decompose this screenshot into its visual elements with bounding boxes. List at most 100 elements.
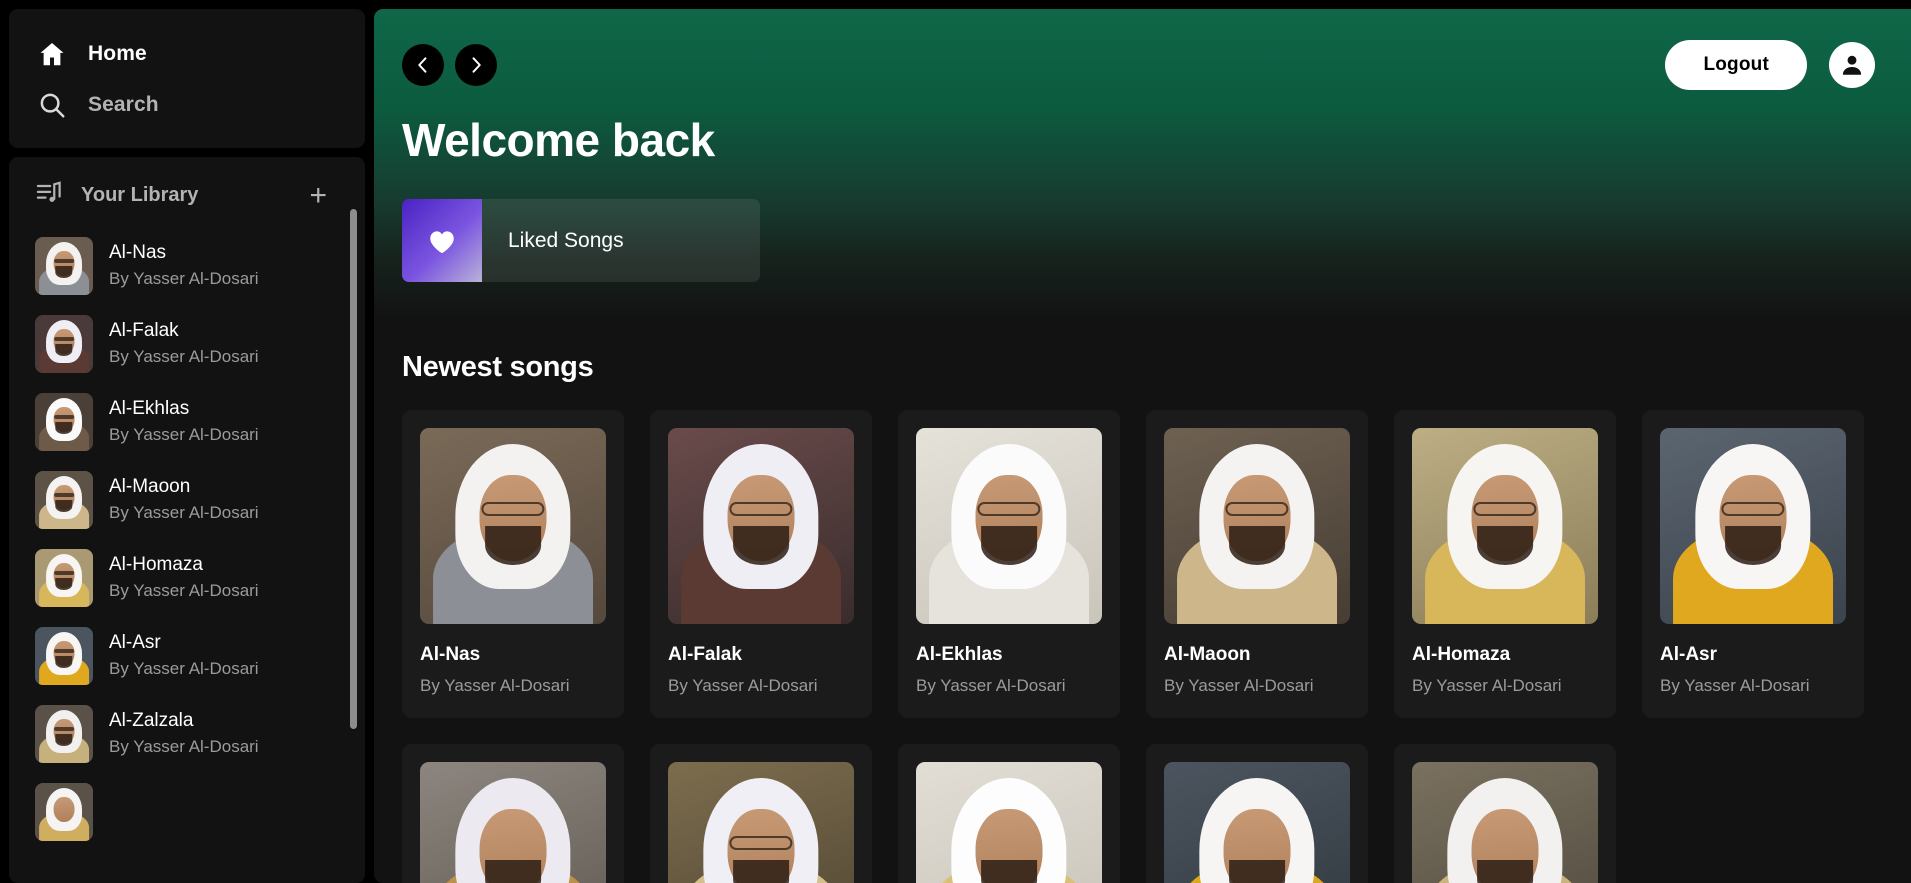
track-meta: Al-Falak By Yasser Al-Dosari bbox=[109, 318, 259, 369]
library-icon bbox=[35, 179, 63, 212]
album-art bbox=[916, 428, 1102, 624]
song-card[interactable]: Al-Falak By Yasser Al-Dosari bbox=[650, 410, 872, 718]
sidebar-item-search-label: Search bbox=[88, 93, 159, 117]
sidebar-item-home[interactable]: Home bbox=[9, 28, 365, 79]
track-thumbnail bbox=[35, 315, 93, 373]
track-artist: By Yasser Al-Dosari bbox=[109, 734, 259, 760]
song-title: Al-Falak bbox=[668, 644, 854, 666]
track-thumbnail bbox=[35, 393, 93, 451]
liked-songs-label: Liked Songs bbox=[482, 229, 624, 253]
track-thumbnail bbox=[35, 549, 93, 607]
songs-grid: Al-Nas By Yasser Al-Dosari Al-Falak By Y… bbox=[402, 384, 1911, 883]
list-item[interactable]: Al-Nas By Yasser Al-Dosari bbox=[9, 227, 365, 305]
back-button[interactable] bbox=[402, 44, 444, 86]
song-card[interactable]: Al-Ekhlas By Yasser Al-Dosari bbox=[898, 410, 1120, 718]
forward-button[interactable] bbox=[455, 44, 497, 86]
album-art bbox=[420, 762, 606, 883]
track-meta: Al-Asr By Yasser Al-Dosari bbox=[109, 630, 259, 681]
list-item[interactable]: Al-Asr By Yasser Al-Dosari bbox=[9, 617, 365, 695]
top-bar: Logout bbox=[374, 9, 1911, 95]
home-icon bbox=[35, 37, 68, 70]
song-artist: By Yasser Al-Dosari bbox=[1164, 676, 1350, 696]
library-list: Al-Nas By Yasser Al-Dosari Al-Falak By Y… bbox=[9, 222, 365, 851]
album-art bbox=[1660, 428, 1846, 624]
list-item[interactable]: Al-Ekhlas By Yasser Al-Dosari bbox=[9, 383, 365, 461]
track-title: Al-Ekhlas bbox=[109, 396, 259, 422]
logout-button[interactable]: Logout bbox=[1665, 40, 1807, 90]
page-title: Welcome back bbox=[374, 95, 1911, 167]
song-artist: By Yasser Al-Dosari bbox=[668, 676, 854, 696]
album-art bbox=[420, 428, 606, 624]
song-title: Al-Maoon bbox=[1164, 644, 1350, 666]
track-title: Al-Maoon bbox=[109, 474, 259, 500]
main-scroll-area: Logout Welcome back Liked Songs Newest s… bbox=[374, 9, 1911, 883]
album-art bbox=[668, 428, 854, 624]
song-card[interactable] bbox=[402, 744, 624, 883]
song-artist: By Yasser Al-Dosari bbox=[1660, 676, 1846, 696]
search-icon bbox=[35, 88, 68, 121]
list-item[interactable]: Al-Falak By Yasser Al-Dosari bbox=[9, 305, 365, 383]
track-thumbnail bbox=[35, 237, 93, 295]
song-card[interactable]: Al-Nas By Yasser Al-Dosari bbox=[402, 410, 624, 718]
library-panel: Your Library + Al-Nas By Yasser Al-Dosar… bbox=[9, 157, 365, 883]
hero-banner: Logout Welcome back Liked Songs bbox=[374, 9, 1911, 319]
album-art bbox=[916, 762, 1102, 883]
track-thumbnail bbox=[35, 705, 93, 763]
track-artist: By Yasser Al-Dosari bbox=[109, 422, 259, 448]
section-title: Newest songs bbox=[402, 351, 1911, 384]
track-title: Al-Nas bbox=[109, 240, 259, 266]
sidebar: Home Search Your Library + bbox=[9, 9, 365, 883]
list-item[interactable]: Al-Maoon By Yasser Al-Dosari bbox=[9, 461, 365, 539]
song-artist: By Yasser Al-Dosari bbox=[1412, 676, 1598, 696]
track-thumbnail bbox=[35, 783, 93, 841]
song-card[interactable] bbox=[650, 744, 872, 883]
album-art bbox=[1412, 762, 1598, 883]
song-title: Al-Asr bbox=[1660, 644, 1846, 666]
history-nav bbox=[402, 44, 497, 86]
song-artist: By Yasser Al-Dosari bbox=[916, 676, 1102, 696]
track-artist: By Yasser Al-Dosari bbox=[109, 500, 259, 526]
add-playlist-icon[interactable]: + bbox=[309, 181, 339, 211]
track-title: Al-Zalzala bbox=[109, 708, 259, 734]
song-card[interactable] bbox=[1146, 744, 1368, 883]
album-art bbox=[1164, 762, 1350, 883]
song-card[interactable]: Al-Asr By Yasser Al-Dosari bbox=[1642, 410, 1864, 718]
liked-songs-card[interactable]: Liked Songs bbox=[402, 199, 760, 282]
track-meta: Al-Nas By Yasser Al-Dosari bbox=[109, 240, 259, 291]
song-card[interactable] bbox=[1394, 744, 1616, 883]
track-title: Al-Asr bbox=[109, 630, 259, 656]
track-thumbnail bbox=[35, 627, 93, 685]
list-item[interactable]: Al-Zalzala By Yasser Al-Dosari bbox=[9, 695, 365, 773]
avatar[interactable] bbox=[1829, 42, 1875, 88]
library-header[interactable]: Your Library + bbox=[9, 157, 365, 222]
song-card[interactable] bbox=[898, 744, 1120, 883]
sidebar-item-home-label: Home bbox=[88, 42, 147, 66]
song-card[interactable]: Al-Maoon By Yasser Al-Dosari bbox=[1146, 410, 1368, 718]
library-scrollbar-track[interactable] bbox=[354, 183, 361, 823]
track-meta: Al-Ekhlas By Yasser Al-Dosari bbox=[109, 396, 259, 447]
list-item[interactable]: Al-Homaza By Yasser Al-Dosari bbox=[9, 539, 365, 617]
song-artist: By Yasser Al-Dosari bbox=[420, 676, 606, 696]
sidebar-item-search[interactable]: Search bbox=[9, 79, 365, 130]
song-title: Al-Nas bbox=[420, 644, 606, 666]
main-content: Logout Welcome back Liked Songs Newest s… bbox=[374, 9, 1911, 883]
track-artist: By Yasser Al-Dosari bbox=[109, 266, 259, 292]
top-bar-actions: Logout bbox=[1665, 40, 1875, 90]
library-title: Your Library bbox=[81, 184, 291, 207]
list-item[interactable] bbox=[9, 773, 365, 851]
track-artist: By Yasser Al-Dosari bbox=[109, 656, 259, 682]
song-card[interactable]: Al-Homaza By Yasser Al-Dosari bbox=[1394, 410, 1616, 718]
track-meta: Al-Maoon By Yasser Al-Dosari bbox=[109, 474, 259, 525]
track-thumbnail bbox=[35, 471, 93, 529]
track-meta: Al-Homaza By Yasser Al-Dosari bbox=[109, 552, 259, 603]
app-root: Home Search Your Library + bbox=[0, 0, 1911, 883]
liked-songs-thumbnail bbox=[402, 199, 482, 282]
song-title: Al-Homaza bbox=[1412, 644, 1598, 666]
track-title: Al-Falak bbox=[109, 318, 259, 344]
album-art bbox=[1412, 428, 1598, 624]
library-scrollbar-thumb[interactable] bbox=[350, 209, 357, 729]
track-title: Al-Homaza bbox=[109, 552, 259, 578]
heart-icon bbox=[425, 224, 459, 258]
track-artist: By Yasser Al-Dosari bbox=[109, 344, 259, 370]
sidebar-nav-panel: Home Search bbox=[9, 9, 365, 148]
